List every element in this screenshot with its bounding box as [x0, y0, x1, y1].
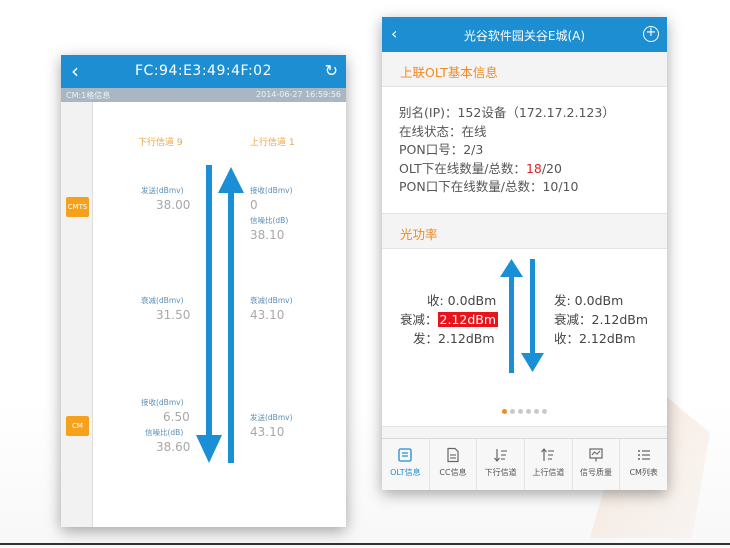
down-send-label: 发送(dBmv) [141, 186, 184, 195]
olt-online-status: 在线状态：在线 [399, 123, 487, 139]
olt-basic-section-header: 上联OLT基本信息 [382, 52, 667, 87]
up-attenuation-value: 43.10 [250, 308, 285, 322]
tab-signal-quality[interactable]: 信号质量 [573, 439, 621, 490]
add-icon[interactable]: + [643, 26, 659, 42]
left-receive-power: 收: 0.0dBm [427, 292, 497, 308]
downstream-channel-header: 下行信道 9 [138, 138, 183, 148]
tab-label: 上行信道 [532, 468, 565, 477]
optical-power-section-title: 光功率 [400, 226, 438, 242]
refresh-icon[interactable]: ↻ [325, 61, 338, 80]
tab-downstream-sort[interactable]: 下行信道 [477, 439, 526, 490]
left-side-column [61, 102, 93, 527]
cm-badge[interactable]: CM [66, 416, 89, 436]
down-send-value: 38.00 [156, 198, 191, 212]
olt-alias-ip: 别名(IP)：152设备（172.17.2.123） [399, 105, 615, 120]
tab-label: CM列表 [629, 468, 658, 477]
up-snr-value: 38.10 [250, 228, 285, 242]
signal-quality-icon [589, 448, 603, 462]
tab-label: 下行信道 [484, 468, 517, 477]
olt-info-block: 别名(IP)：152设备（172.17.2.123） 在线状态：在线 PON口号… [382, 87, 667, 214]
down-snr-value: 38.60 [156, 440, 191, 454]
tab-document[interactable]: CC信息 [430, 439, 478, 490]
cm-channel-screen: ‹ FC:94:E3:49:4F:02 ↻ CM:1格信息 2014-06-27… [61, 55, 346, 527]
tab-olt-info[interactable]: OLT信息 [382, 439, 430, 490]
olt-total-number: /20 [541, 160, 562, 176]
left-subbar: CM:1格信息 2014-06-27 16:59:56 [61, 88, 346, 102]
pon-online-count: PON口下在线数量/总数：10/10 [399, 179, 579, 194]
tab-label: 信号质量 [580, 468, 613, 477]
bottom-tab-bar: OLT信息 CC信息 下行信道 上行信道 信号质量 CM列表 [382, 438, 667, 490]
olt-online-count: OLT下在线数量/总数：18/20 [399, 160, 650, 179]
tab-list[interactable]: CM列表 [620, 439, 667, 490]
left-attenuation-alert-value: 2.12dBm [437, 311, 499, 327]
optical-power-block: 收: 0.0dBm 衰减： 2.12dBm 发：2.12dBm 发: 0.0dBm… [382, 248, 667, 427]
down-attenuation-label: 衰减(dBmv) [141, 296, 184, 305]
olt-online-number: 18 [525, 160, 542, 176]
up-snr-label: 信噪比(dB) [250, 216, 289, 225]
down-attenuation-value: 31.50 [156, 308, 191, 322]
tab-upstream-sort[interactable]: 上行信道 [525, 439, 573, 490]
page-dot[interactable] [534, 408, 539, 414]
optical-power-section-header: 光功率 [382, 213, 667, 249]
page-divider-line [0, 543, 730, 545]
right-receive-power: 收：2.12dBm [554, 330, 636, 346]
page-dot[interactable] [510, 408, 515, 414]
subbar-timestamp: 2014-06-27 16:59:56 [256, 90, 341, 99]
right-attenuation: 衰减：2.12dBm [554, 311, 649, 327]
left-send-power: 发：2.12dBm [413, 330, 495, 346]
left-attenuation-label: 衰减： [400, 311, 438, 327]
down-snr-label: 信噪比(dB) [145, 428, 184, 437]
page-dot[interactable] [502, 408, 507, 414]
olt-pon-port: PON口号：2/3 [399, 142, 484, 157]
left-attenuation: 衰减： 2.12dBm [400, 309, 499, 328]
left-topbar: ‹ FC:94:E3:49:4F:02 ↻ [61, 55, 346, 88]
page-indicator [382, 408, 667, 414]
up-attenuation-label: 衰减(dBmv) [250, 296, 293, 305]
tab-label: CC信息 [439, 468, 467, 477]
upstream-channel-header: 上行信道 1 [250, 138, 295, 148]
signal-arrows-icon [196, 165, 244, 463]
document-icon [447, 447, 459, 463]
device-mac-title: FC:94:E3:49:4F:02 [135, 63, 272, 79]
cmts-badge[interactable]: CMTS [66, 197, 89, 217]
up-receive-label: 接收(dBmv) [250, 186, 293, 195]
up-receive-value: 0 [250, 198, 258, 212]
right-send-power: 发: 0.0dBm [554, 292, 624, 308]
olt-basic-section-title: 上联OLT基本信息 [400, 65, 498, 80]
right-topbar: ‹ 光谷软件园关谷E城(A) + [382, 17, 667, 52]
list-icon [637, 450, 650, 460]
optical-arrows-icon [500, 258, 544, 373]
olt-info-icon [398, 448, 412, 462]
down-receive-label: 接收(dBmv) [141, 398, 184, 407]
tab-label: OLT信息 [390, 468, 421, 477]
up-send-label: 发送(dBmv) [250, 413, 293, 422]
site-title: 光谷软件园关谷E城(A) [463, 29, 586, 43]
upstream-sort-icon [541, 448, 555, 461]
down-receive-value: 6.50 [163, 410, 190, 424]
downstream-sort-icon [493, 449, 507, 462]
page-dot[interactable] [542, 408, 547, 414]
up-send-value: 43.10 [250, 425, 285, 439]
page-dot[interactable] [518, 408, 523, 414]
olt-online-count-label: OLT下在线数量/总数： [399, 160, 526, 176]
subbar-label: CM:1格信息 [66, 91, 111, 100]
olt-info-screen: ‹ 光谷软件园关谷E城(A) + 上联OLT基本信息 别名(IP)：152设备（… [382, 17, 667, 490]
page-dot[interactable] [526, 408, 531, 414]
